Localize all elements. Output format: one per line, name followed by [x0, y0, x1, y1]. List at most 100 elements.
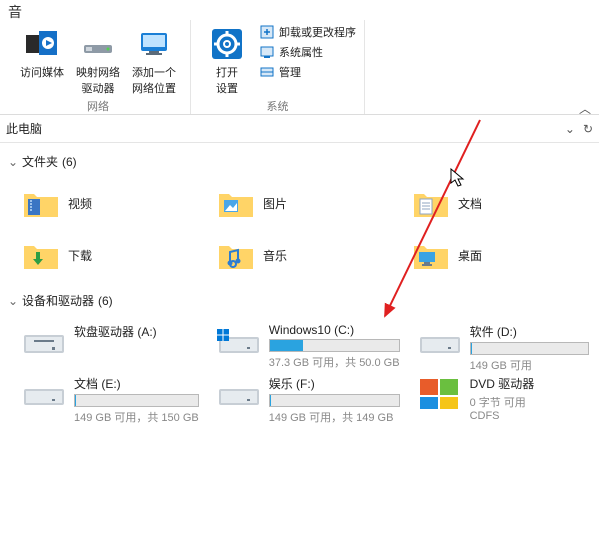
ribbon-group-system: 打开 设置 卸载或更改程序 系统属性 管理 — [191, 20, 365, 114]
drive-f-stat: 149 GB 可用，共 149 GB — [269, 409, 400, 425]
dvd-drive-icon — [418, 377, 462, 411]
drive-dvd-stat: 0 字节 可用 — [470, 394, 589, 410]
section-drives-count: (6) — [98, 294, 113, 308]
drive-floppy-name: 软盘驱动器 (A:) — [74, 323, 199, 340]
drive-dvd-type: CDFS — [470, 410, 589, 422]
chevron-down-icon: ⌄ — [8, 294, 18, 308]
ribbon-item-uninstall-label: 卸载或更改程序 — [279, 24, 356, 40]
path-title[interactable]: 此电脑 — [6, 120, 42, 137]
ribbon-system-row: 打开 设置 卸载或更改程序 系统属性 管理 — [199, 20, 356, 98]
drive-c-bar — [269, 339, 400, 352]
section-header-folders[interactable]: ⌄ 文件夹 (6) — [8, 153, 599, 170]
refresh-icon[interactable]: ↻ — [583, 122, 593, 136]
ribbon-item-manage[interactable]: 管理 — [259, 64, 356, 80]
pathbar-right: ⌄ ↻ — [565, 122, 593, 136]
ribbon-btn-media[interactable]: 访问媒体 — [14, 20, 70, 98]
ribbon-top-char: 音 — [4, 0, 26, 24]
videos-folder-icon — [22, 184, 60, 222]
content-area: ⌄ 文件夹 (6) 视频 图片 文档 下载 音乐 桌面 ⌄ — [0, 143, 599, 544]
folder-documents-label: 文档 — [458, 195, 482, 212]
ribbon-group-network-label: 网络 — [87, 98, 109, 118]
drive-f-fill — [270, 395, 271, 406]
folder-downloads[interactable]: 下载 — [8, 230, 203, 280]
drive-e-bar — [74, 394, 199, 407]
drive-c-info: Windows10 (C:) 37.3 GB 可用，共 50.0 GB — [269, 321, 400, 370]
folders-grid: 视频 图片 文档 下载 音乐 桌面 — [8, 178, 599, 280]
drive-f-info: 娱乐 (F:) 149 GB 可用，共 149 GB — [269, 373, 400, 425]
section-drives-label: 设备和驱动器 — [22, 292, 94, 309]
ribbon-btn-opensettings[interactable]: 打开 设置 — [199, 20, 255, 98]
drive-e-stat: 149 GB 可用，共 150 GB — [74, 409, 199, 425]
drive-c[interactable]: Windows10 (C:) 37.3 GB 可用，共 50.0 GB — [203, 317, 404, 367]
folder-music[interactable]: 音乐 — [203, 230, 398, 280]
ribbon-item-sysprop[interactable]: 系统属性 — [259, 44, 356, 60]
drive-c-fill — [270, 340, 303, 351]
ribbon-btn-opensettings-label: 打开 设置 — [216, 64, 238, 96]
media-icon — [24, 26, 60, 62]
drive-f-name: 娱乐 (F:) — [269, 375, 400, 392]
folder-videos[interactable]: 视频 — [8, 178, 203, 228]
hdd-icon — [418, 325, 462, 359]
ribbon-network-row: 访问媒体 映射网络 驱动器 添加一个 网络位置 — [14, 20, 182, 98]
ribbon-btn-addloc-label: 添加一个 网络位置 — [132, 64, 176, 96]
downloads-folder-icon — [22, 236, 60, 274]
drive-dvd-info: DVD 驱动器 0 字节 可用 CDFS — [470, 373, 589, 422]
section-folders-label: 文件夹 — [22, 153, 58, 170]
ribbon-btn-media-label: 访问媒体 — [20, 64, 64, 80]
drive-e-name: 文档 (E:) — [74, 375, 199, 392]
ribbon-group-system-label: 系统 — [267, 98, 289, 118]
drive-e-info: 文档 (E:) 149 GB 可用，共 150 GB — [74, 373, 199, 425]
hdd-windows-icon — [217, 325, 261, 359]
drive-d[interactable]: 软件 (D:) 149 GB 可用 — [404, 317, 593, 367]
drive-d-bar — [470, 342, 589, 355]
ribbon-system-small-list: 卸载或更改程序 系统属性 管理 — [255, 20, 356, 98]
drive-e[interactable]: 文档 (E:) 149 GB 可用，共 150 GB — [8, 369, 203, 419]
ribbon-group-network: 访问媒体 映射网络 驱动器 添加一个 网络位置 网络 — [6, 20, 191, 114]
ribbon-btn-addloc[interactable]: 添加一个 网络位置 — [126, 20, 182, 98]
addloc-icon — [136, 26, 172, 62]
drive-e-fill — [75, 395, 76, 406]
drive-c-name: Windows10 (C:) — [269, 323, 400, 337]
hdd-icon — [217, 377, 261, 411]
pictures-folder-icon — [217, 184, 255, 222]
uninstall-icon — [259, 24, 275, 40]
sysprop-icon — [259, 44, 275, 60]
ribbon-collapse-icon[interactable]: ︿ — [579, 100, 591, 117]
folder-downloads-label: 下载 — [68, 247, 92, 264]
drive-dvd-name: DVD 驱动器 — [470, 375, 589, 392]
ribbon-btn-mapdrive-label: 映射网络 驱动器 — [76, 64, 120, 96]
drive-d-name: 软件 (D:) — [470, 323, 589, 340]
pathbar: 此电脑 ⌄ ↻ — [0, 115, 599, 143]
ribbon-item-manage-label: 管理 — [279, 64, 301, 80]
section-folders-count: (6) — [62, 155, 77, 169]
drives-grid: 软盘驱动器 (A:) Windows10 (C:) 37.3 GB 可用，共 5… — [8, 317, 599, 419]
folder-videos-label: 视频 — [68, 195, 92, 212]
folder-pictures[interactable]: 图片 — [203, 178, 398, 228]
folder-desktop-label: 桌面 — [458, 247, 482, 264]
drive-dvd[interactable]: DVD 驱动器 0 字节 可用 CDFS — [404, 369, 593, 419]
drive-f[interactable]: 娱乐 (F:) 149 GB 可用，共 149 GB — [203, 369, 404, 419]
drive-d-info: 软件 (D:) 149 GB 可用 — [470, 321, 589, 373]
drive-d-fill — [471, 343, 472, 354]
desktop-folder-icon — [412, 236, 450, 274]
drive-c-stat: 37.3 GB 可用，共 50.0 GB — [269, 354, 400, 370]
folder-documents[interactable]: 文档 — [398, 178, 593, 228]
floppy-drive-icon — [22, 325, 66, 359]
folder-desktop[interactable]: 桌面 — [398, 230, 593, 280]
ribbon-btn-mapdrive[interactable]: 映射网络 驱动器 — [70, 20, 126, 98]
ribbon-item-sysprop-label: 系统属性 — [279, 44, 323, 60]
settings-icon — [209, 26, 245, 62]
section-header-drives[interactable]: ⌄ 设备和驱动器 (6) — [8, 292, 599, 309]
drive-floppy-info: 软盘驱动器 (A:) — [74, 321, 199, 342]
folder-pictures-label: 图片 — [263, 195, 287, 212]
ribbon-item-uninstall[interactable]: 卸载或更改程序 — [259, 24, 356, 40]
manage-icon — [259, 64, 275, 80]
folder-music-label: 音乐 — [263, 247, 287, 264]
hdd-icon — [22, 377, 66, 411]
documents-folder-icon — [412, 184, 450, 222]
music-folder-icon — [217, 236, 255, 274]
drive-floppy-a[interactable]: 软盘驱动器 (A:) — [8, 317, 203, 367]
ribbon: 访问媒体 映射网络 驱动器 添加一个 网络位置 网络 — [0, 0, 599, 115]
path-dropdown-icon[interactable]: ⌄ — [565, 122, 575, 136]
chevron-down-icon: ⌄ — [8, 155, 18, 169]
